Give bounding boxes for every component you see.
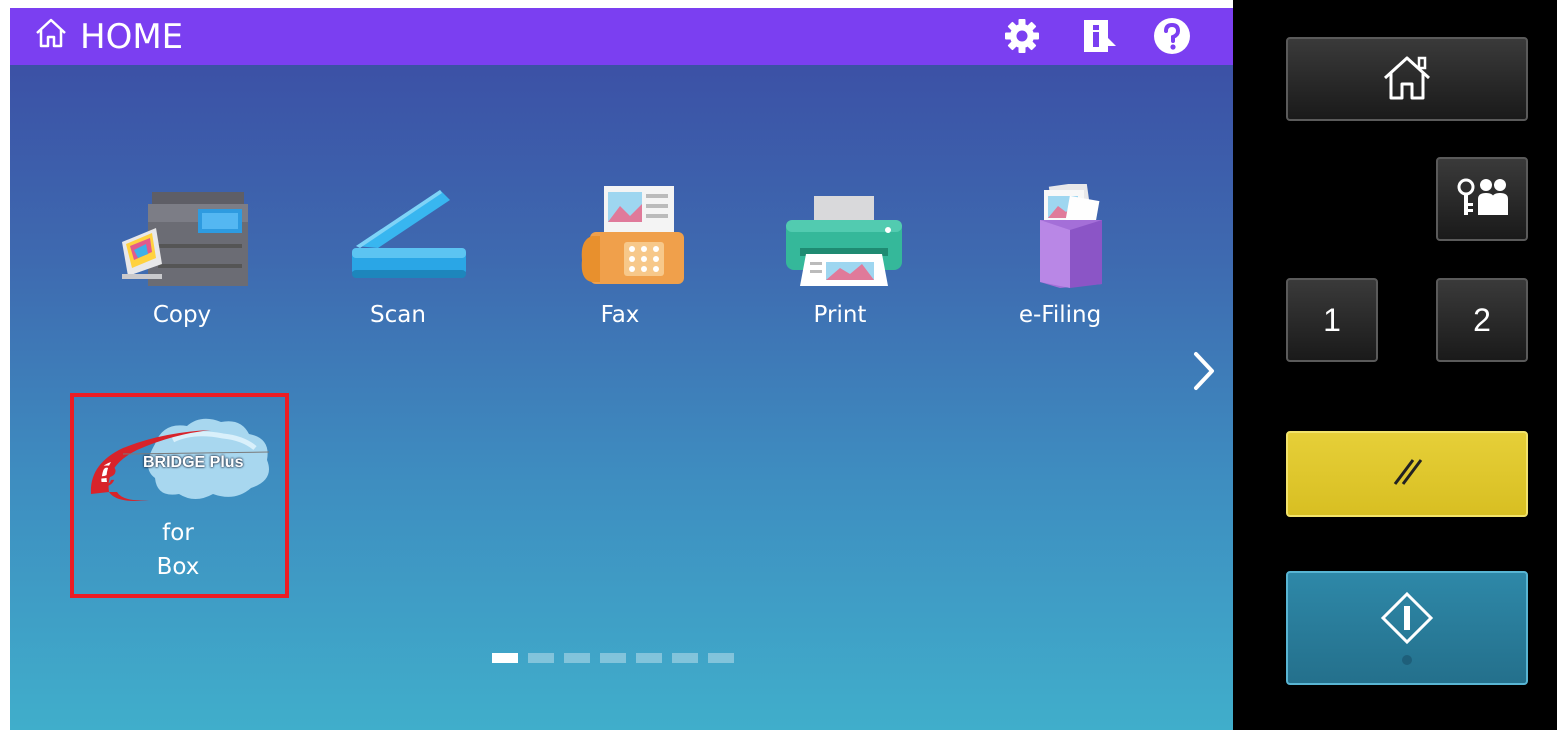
access-key-1-label: 1 (1323, 301, 1341, 338)
page-indicator (492, 653, 734, 663)
page-dot-3[interactable] (564, 653, 590, 663)
hardware-panel: 1 2 (1233, 0, 1557, 730)
app-scan[interactable]: Scan (308, 178, 488, 358)
home-title[interactable]: HOME (34, 14, 183, 60)
header-title: HOME (80, 17, 184, 57)
app-print[interactable]: Print (750, 178, 930, 358)
page-dot-5[interactable] (636, 653, 662, 663)
app-label: Fax (600, 302, 640, 328)
access-key-2-label: 2 (1473, 301, 1491, 338)
page-dot-4[interactable] (600, 653, 626, 663)
reset-icon (1387, 452, 1427, 496)
user-auth-icon (1454, 175, 1510, 223)
access-key-2-button[interactable]: 2 (1436, 278, 1528, 362)
touch-screen: HOME Copy Scan Fax Print e-Filing e BRID… (10, 8, 1233, 730)
app-ebridge-plus-box[interactable]: e BRIDGE Plus for Box (78, 408, 278, 588)
app-label: e-Filing (1018, 302, 1102, 328)
app-label: Copy (152, 302, 212, 328)
home-icon (1379, 52, 1435, 106)
app-efiling[interactable]: e-Filing (970, 178, 1150, 358)
info-icon[interactable] (1078, 14, 1122, 58)
logo-text: BRIDGE Plus (143, 454, 244, 471)
app-label: Scan (370, 302, 426, 328)
home-button[interactable] (1286, 37, 1528, 121)
logo-e: e (93, 450, 118, 495)
access-key-1-button[interactable]: 1 (1286, 278, 1378, 362)
page-dot-7[interactable] (708, 653, 734, 663)
help-icon[interactable] (1150, 14, 1194, 58)
app-label-line-2: Box (156, 554, 200, 580)
user-auth-button[interactable] (1436, 157, 1528, 241)
page-dot-2[interactable] (528, 653, 554, 663)
page-dot-6[interactable] (672, 653, 698, 663)
start-icon (1377, 588, 1437, 668)
settings-gear-icon[interactable] (1000, 14, 1044, 58)
fax-icon (550, 178, 690, 288)
ebridge-plus-logo: e BRIDGE Plus (83, 408, 273, 508)
efiling-box-icon (990, 178, 1130, 288)
app-label: Print (813, 302, 867, 328)
app-fax[interactable]: Fax (530, 178, 710, 358)
app-label-line-1: for (162, 520, 194, 546)
home-icon (34, 17, 68, 58)
app-copy[interactable]: Copy (92, 178, 272, 358)
header-bar: HOME (10, 8, 1233, 65)
page-dot-1[interactable] (492, 653, 518, 663)
scanner-icon (328, 178, 468, 288)
start-button[interactable] (1286, 571, 1528, 685)
reset-button[interactable] (1286, 431, 1528, 517)
next-page-arrow-icon[interactable] (1182, 346, 1222, 396)
printer-icon (770, 178, 910, 288)
copier-icon (112, 178, 252, 288)
